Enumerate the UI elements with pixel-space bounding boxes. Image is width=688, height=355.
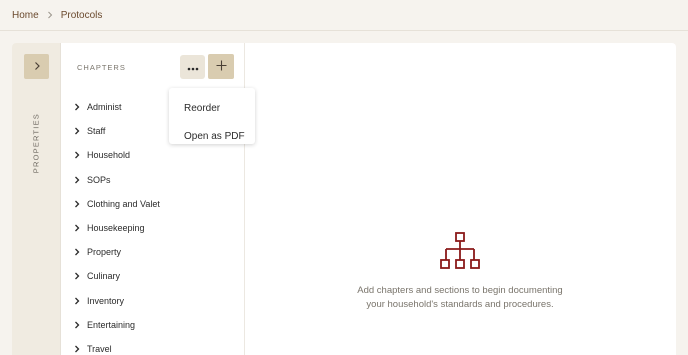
chapter-label: Culinary (87, 271, 121, 282)
more-options-button[interactable] (180, 55, 205, 79)
chapter-item[interactable]: Inventory (73, 289, 243, 313)
chevron-right-icon (45, 10, 55, 20)
breadcrumb-current: Protocols (60, 9, 103, 21)
chapter-item[interactable]: Culinary (73, 264, 243, 288)
menu-item-open-as-pdf[interactable]: Open as PDF (169, 122, 255, 150)
chevron-right-icon (73, 200, 81, 208)
menu-item-reorder[interactable]: Reorder (169, 94, 255, 122)
chapter-label: Travel (87, 343, 112, 354)
chevron-right-icon (73, 151, 81, 159)
chevron-right-icon (73, 224, 81, 232)
header-divider (0, 30, 688, 31)
breadcrumb-home[interactable]: Home (12, 10, 39, 21)
chapters-panel: CHAPTERS Administ Staff Household SOPs C… (61, 43, 255, 355)
more-horizontal-icon (187, 58, 199, 76)
chapter-item[interactable]: Entertaining (73, 313, 243, 337)
chevron-right-icon (73, 345, 81, 353)
chevron-right-icon (73, 297, 81, 305)
chevron-right-icon (73, 248, 81, 256)
properties-panel: PROPERTIES (12, 43, 61, 355)
chevron-right-icon (73, 272, 81, 280)
empty-state-message: Add chapters and sections to begin docum… (277, 284, 643, 312)
chapter-label: Housekeeping (87, 223, 145, 234)
chapter-label: Entertaining (87, 319, 136, 330)
chevron-right-icon (32, 58, 42, 76)
properties-toggle-button[interactable] (24, 54, 49, 79)
chapter-item[interactable]: Housekeeping (73, 216, 243, 240)
chapter-label: Clothing and Valet (87, 198, 160, 209)
properties-label: PROPERTIES (31, 113, 41, 174)
chapter-label: Administ (87, 102, 122, 113)
chapter-item[interactable]: SOPs (73, 168, 243, 192)
chapters-title: CHAPTERS (77, 63, 126, 72)
chevron-right-icon (73, 127, 81, 135)
add-chapter-button[interactable] (208, 54, 234, 79)
chapter-label: Property (87, 247, 122, 258)
empty-state-line-1: Add chapters and sections to begin docum… (357, 285, 563, 296)
chapter-label: Staff (87, 126, 106, 137)
chapter-label: Household (87, 150, 131, 161)
chapter-item[interactable]: Clothing and Valet (73, 192, 243, 216)
chapter-item[interactable]: Property (73, 240, 243, 264)
plus-icon (216, 58, 227, 76)
chapter-label: SOPs (87, 174, 111, 185)
chapter-label: Inventory (87, 295, 125, 306)
protocols-card: PROPERTIES CHAPTERS Administ Staff House… (12, 43, 676, 355)
chevron-right-icon (73, 176, 81, 184)
chapter-item[interactable]: Travel (73, 337, 243, 355)
empty-state-line-2: your household's standards and procedure… (366, 299, 554, 310)
chevron-right-icon (73, 103, 81, 111)
breadcrumb: Home Protocols (12, 8, 102, 22)
chevron-right-icon (73, 321, 81, 329)
more-options-menu: Reorder Open as PDF (169, 88, 255, 144)
sitemap-icon (439, 232, 481, 270)
